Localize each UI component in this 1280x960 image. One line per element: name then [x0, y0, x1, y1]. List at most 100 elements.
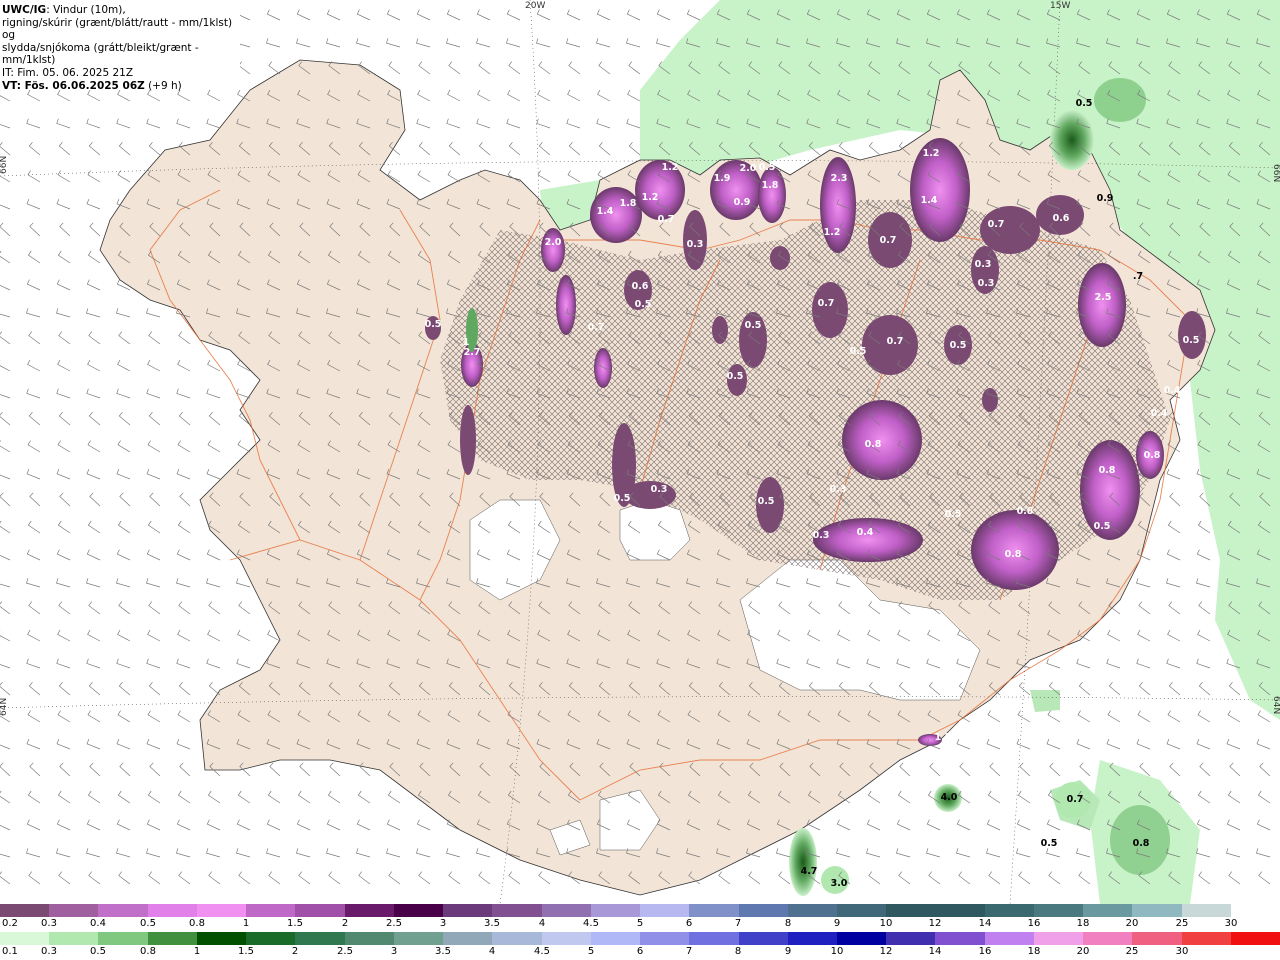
legend-swatch [738, 904, 788, 917]
legend-label: 18 [1076, 918, 1090, 929]
precip-value-label: 0.7 [588, 322, 605, 333]
legend-label: 1.5 [287, 918, 303, 929]
legend-label: 4 [538, 918, 546, 929]
precip-value-label: 0.5 [727, 371, 744, 382]
forecast-map[interactable]: 2.710.52.00.71.41.81.20.71.21.92.01.80.9… [0, 0, 1280, 904]
valid-time-line: VT: Fös. 06.06.2025 06Z (+9 h) [2, 80, 240, 93]
legend-snow-colorbar [0, 904, 1280, 917]
precip-value-label: 0.3 [687, 239, 704, 250]
precip-value-label: 0.5 [759, 162, 776, 173]
legend-swatch [1033, 904, 1084, 917]
precip-value-label: 0.7 [880, 235, 897, 246]
legend-label: 16 [978, 946, 992, 957]
precip-value-label: 0.7 [658, 214, 675, 225]
legend-swatch [98, 904, 148, 917]
precip-value-label: 1.2 [824, 227, 841, 238]
graticule-label-left-64n: 64N [0, 698, 9, 716]
legend-label: 8 [734, 946, 742, 957]
precip-value-label: 0.8 [1144, 450, 1161, 461]
precip-value-label: 0.7 [988, 219, 1005, 230]
legend-label: 30 [1224, 918, 1238, 929]
product-name: UWC/IG [2, 4, 47, 16]
legend-swatch [1132, 904, 1182, 917]
graticule-label-right-66n: 66N [1271, 164, 1280, 182]
precip-value-label: 0.5 [1183, 335, 1200, 346]
precip-value-label: 2.0 [740, 163, 757, 174]
graticule-label-left-66n: 66N [0, 156, 9, 174]
legend-label: 4.5 [583, 918, 599, 929]
precip-value-label: 0.3 [651, 484, 668, 495]
legend-swatch [98, 932, 148, 945]
legend-swatch [443, 932, 493, 945]
legend-label: 0.8 [140, 946, 156, 957]
legend-label: 0.3 [41, 918, 57, 929]
legend-label: 3.5 [484, 918, 500, 929]
precip-value-label: 0.6 [1053, 213, 1070, 224]
precip-value-label: 0.5 [758, 496, 775, 507]
legend-swatch [1230, 932, 1280, 945]
legend-label: 1.5 [238, 946, 254, 957]
legend-label: 1 [193, 946, 201, 957]
legend-label: 7 [685, 946, 693, 957]
product-description: : Vindur (10m), [46, 4, 126, 16]
legend-swatch [1083, 932, 1133, 945]
legend-label: 25 [1125, 946, 1139, 957]
legend-label: 20 [1125, 918, 1139, 929]
precip-value-label: 0.8 [1005, 549, 1022, 560]
precip-value-label: 0.6 [632, 281, 649, 292]
precip-value-label: 1.2 [923, 148, 940, 159]
precip-value-label: 0.5 [614, 493, 631, 504]
legend-label: 0.2 [2, 918, 18, 929]
legend-swatch [1181, 932, 1231, 945]
legend-label: 6 [685, 918, 693, 929]
legend-rain-labels: 0.1 0.3 0.5 0.8 1 1.5 2 2.5 3 3.5 4 4.5 5 6 7 8 9 10 12 14 1… [0, 946, 1280, 958]
precip-value-label: 0.5 [950, 340, 967, 351]
legend-label: 0.4 [90, 918, 106, 929]
legend-swatch [196, 932, 247, 945]
precip-value-label: 1 [463, 337, 470, 348]
legend-swatch [935, 904, 985, 917]
legend-label: 14 [928, 946, 942, 957]
valid-time: Fös. 06.06.2025 06Z [20, 79, 145, 92]
header-line-2: rigning/skúrir (grænt/blátt/rautt - mm/1… [2, 16, 233, 42]
precip-value-label: 3.0 [831, 878, 848, 889]
legend-swatch [1083, 904, 1133, 917]
legend-swatch [984, 904, 1034, 917]
precip-value-label: 0.9 [734, 197, 751, 208]
legend-swatch [49, 932, 99, 945]
precip-value-label: 2.7 [464, 347, 481, 358]
legend-swatch [886, 932, 936, 945]
legend-label: 0.8 [189, 918, 205, 929]
precip-value-label: 0.5 [945, 509, 962, 520]
precip-value-label: 0.9 [1097, 193, 1114, 204]
legend-swatch [1230, 904, 1280, 917]
precip-value-label: 0.3 [978, 278, 995, 289]
legend-swatch [689, 932, 739, 945]
precip-value-label: 2.3 [831, 173, 848, 184]
legend-swatch [836, 932, 887, 945]
legend-swatch [1132, 932, 1182, 945]
legend-swatch [492, 904, 542, 917]
legend-label: 9 [784, 946, 792, 957]
precip-value-label: 4.7 [801, 866, 818, 877]
precip-value-label: 0.4 [1164, 385, 1181, 396]
legend-label: 14 [978, 918, 992, 929]
legend-label: 1 [242, 918, 250, 929]
legend-snow-labels: 0.2 0.3 0.4 0.5 0.8 1 1.5 2 2.5 3 3.5 4 4.5 5 6 7 8 9 10 12… [0, 918, 1280, 930]
precip-value-label: 1.8 [762, 180, 779, 191]
legend-swatch [886, 904, 936, 917]
legend-label: 2 [341, 918, 349, 929]
init-time: IT: Fim. 05. 06. 2025 21Z [2, 66, 134, 79]
precip-value-label: 0.7 [818, 298, 835, 309]
legend-swatch [196, 904, 247, 917]
precip-value-label: 0.8 [1017, 506, 1034, 517]
precip-value-label: 0.7 [887, 336, 904, 347]
graticule-label-20w: 20W [525, 1, 545, 11]
legend-swatch [393, 904, 444, 917]
valid-offset: (+9 h) [144, 79, 182, 92]
precip-value-label: 1.4 [921, 195, 938, 206]
legend-swatch [0, 904, 50, 917]
legend-swatch [787, 932, 837, 945]
legend-label: 10 [830, 946, 844, 957]
legend-label: 4 [488, 946, 496, 957]
